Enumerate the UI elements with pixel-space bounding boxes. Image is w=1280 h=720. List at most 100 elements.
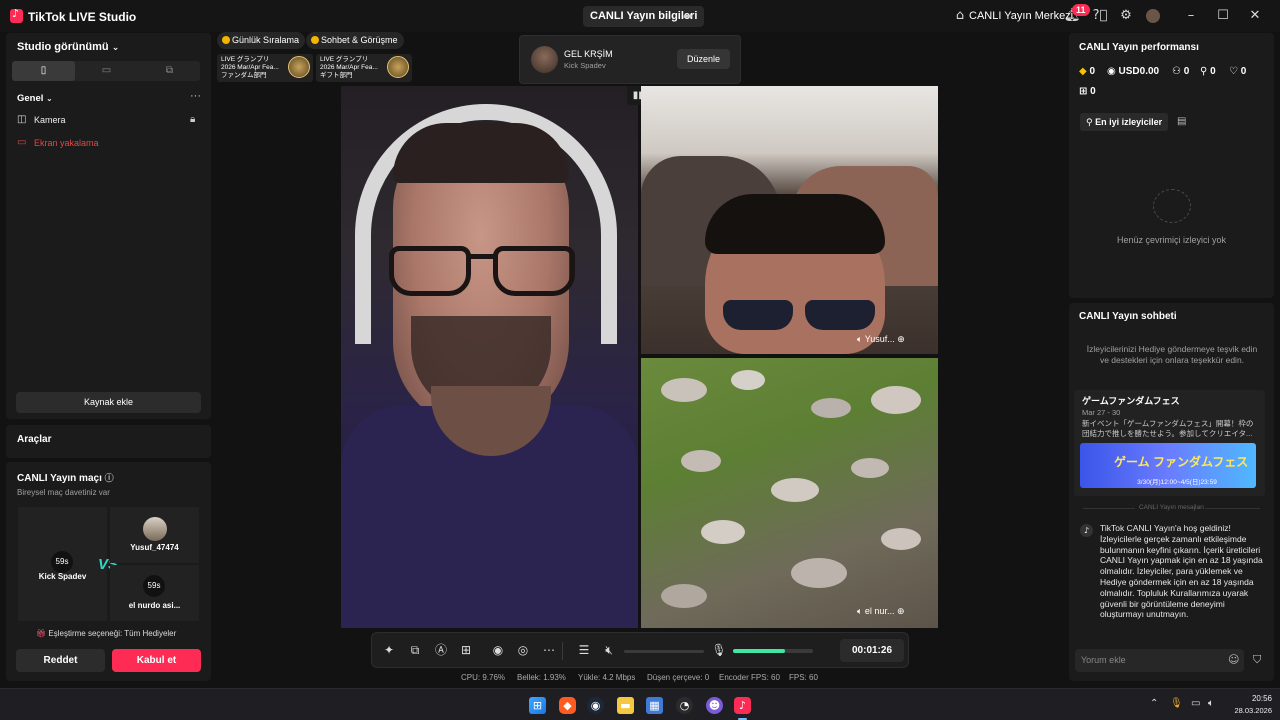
opponent-name: el nurdo asi...	[128, 601, 181, 610]
settings-sliders-icon[interactable]: ☰	[576, 642, 592, 658]
chevron-up-icon[interactable]: ⌃	[1150, 698, 1158, 709]
opponent-card[interactable]: Yusuf_47474	[110, 507, 199, 563]
general-section-title[interactable]: Genel ⌄	[17, 93, 53, 104]
host-card: 59s Kick Spadev	[18, 507, 107, 621]
list-icon[interactable]: ▤	[1177, 116, 1186, 127]
hair-shape	[705, 194, 885, 254]
display-icon[interactable]: ▭	[1191, 698, 1200, 709]
close-icon[interactable]: ✕	[1247, 6, 1263, 26]
rock-shape	[661, 378, 707, 402]
portrait-icon[interactable]: ▯	[12, 61, 75, 81]
lock-icon[interactable]: 🔒︎	[190, 114, 195, 125]
host-video[interactable]	[341, 86, 638, 628]
filter-icon[interactable]: ⛉	[1253, 653, 1261, 667]
more-options-icon[interactable]: ···	[190, 90, 201, 102]
start-icon[interactable]: ⊞	[529, 697, 546, 714]
emoji-icon[interactable]: ☺	[1228, 653, 1239, 666]
daily-ranking-chip[interactable]: Günlük Sıralama	[217, 32, 306, 49]
guest-label: 🔈︎ Yusuf... ⊕	[857, 334, 905, 345]
discord-icon[interactable]: ☻	[706, 697, 723, 714]
viewer-count: ⚇ 0	[1172, 66, 1190, 77]
home-icon[interactable]: ⌂	[953, 6, 967, 26]
layout-icon[interactable]: ⧉	[138, 61, 201, 81]
app-icon[interactable]: ◔	[676, 697, 693, 714]
top-viewers-tab[interactable]: ⚲ En iyi izleyiciler	[1080, 113, 1169, 131]
more-options-icon[interactable]: ⋯	[541, 642, 557, 658]
reject-button[interactable]: Reddet	[16, 649, 105, 672]
comment-placeholder: Yorum ekle	[1081, 655, 1126, 665]
add-media-icon[interactable]: ⊞	[458, 642, 474, 658]
divider	[562, 642, 563, 660]
avatar[interactable]	[1146, 9, 1160, 23]
ai-icon[interactable]: Ⓐ	[433, 642, 449, 658]
diamond-count: ◆ 0	[1079, 66, 1096, 77]
steam-icon[interactable]: ◉	[587, 697, 604, 714]
help-icon[interactable]: ?⃝	[1092, 6, 1108, 26]
tiktok-logo-icon	[10, 7, 23, 23]
tools-title[interactable]: Araçlar	[17, 434, 51, 445]
tiktok-logo-icon: ♪	[1080, 524, 1093, 537]
clock-date[interactable]: 28.03.2026	[1222, 706, 1272, 715]
chat-meet-chip[interactable]: Sohbet & Görüşme	[306, 32, 404, 49]
record-icon[interactable]: ◉	[490, 642, 506, 658]
rock-shape	[681, 450, 721, 472]
ranking-card[interactable]: LIVE グランプリ 2026 Mar/Apr Fea... ファンダム部門	[217, 54, 313, 82]
speaker-muted-icon[interactable]: 🔇︎	[601, 642, 617, 658]
guest-video-1[interactable]: 🔈︎ Yusuf... ⊕	[641, 86, 938, 354]
tiktok-live-icon[interactable]: ♪	[734, 697, 751, 714]
avatar	[143, 517, 167, 541]
microphone-icon[interactable]: 🎙︎	[1170, 698, 1183, 709]
clock-time[interactable]: 20:56	[1228, 694, 1272, 703]
source-label: Ekran yakalama	[34, 138, 99, 148]
source-item-screen-capture[interactable]: ▭ Ekran yakalama	[17, 136, 207, 152]
heart-icon: ♡	[1229, 66, 1238, 77]
guest-video-2[interactable]: 🔈︎ el nur... ⊕	[641, 358, 938, 628]
chat-hint: İzleyicilerinizi Hediye göndermeye teşvi…	[1086, 344, 1258, 365]
minimize-icon[interactable]: –	[1183, 6, 1199, 26]
mic-volume-slider[interactable]	[733, 649, 813, 653]
title-bar: TikTok LIVE Studio CANLI Yayın bilgileri…	[0, 0, 1280, 32]
landscape-icon[interactable]: ▭	[75, 61, 138, 81]
microphone-icon[interactable]: 🎙︎	[711, 642, 727, 658]
brave-icon[interactable]: ◆	[559, 697, 576, 714]
event-title: ゲームファンダムフェス	[1082, 396, 1180, 406]
event-banner-title: ゲーム ファンダムフェス	[1114, 455, 1249, 469]
ranking-card[interactable]: LIVE グランプリ 2026 Mar/Apr Fea... ギフト部門	[316, 54, 412, 82]
studio-view-title[interactable]: Studio görünümü ⌄	[17, 41, 119, 53]
maximize-icon[interactable]: ☐	[1215, 6, 1231, 26]
match-option: 🎁︎ Eşleştirme seçeneği: Tüm Hediyeler	[36, 629, 177, 638]
speaker-icon: 🔈︎	[857, 607, 863, 617]
comment-input[interactable]: Yorum ekle ☺	[1075, 649, 1244, 672]
event-card[interactable]: ゲームファンダムフェス Mar 27 - 30 新イベント「ゲームファンダムフェ…	[1074, 390, 1265, 496]
share-icon[interactable]: ➦	[679, 6, 697, 27]
opponent-card[interactable]: 59s el nurdo asi...	[110, 565, 199, 621]
rock-shape	[701, 520, 745, 544]
speaker-volume-slider[interactable]	[624, 650, 704, 653]
rock-shape	[851, 458, 889, 478]
glasses-bridge	[469, 254, 495, 259]
guest-label: 🔈︎ el nur... ⊕	[857, 606, 905, 617]
gift-icon: ⊞	[1079, 86, 1088, 97]
medal-icon	[387, 56, 409, 78]
host-name: Kick Spadev	[38, 572, 87, 581]
info-icon[interactable]: ⓘ	[105, 474, 114, 484]
accept-button[interactable]: Kabul et	[112, 649, 201, 672]
volume-icon[interactable]: 🔈︎	[1208, 698, 1214, 709]
live-center-link[interactable]: CANLI Yayın Merkezi	[969, 6, 1073, 26]
edit-button[interactable]: Düzenle	[677, 49, 730, 69]
add-icon[interactable]: ⊕	[897, 607, 905, 617]
empty-viewers-label: Henüz çevrimiçi izleyici yok	[1116, 235, 1227, 245]
add-icon[interactable]: ⊕	[897, 335, 905, 345]
gear-icon[interactable]: ⚙	[1118, 6, 1134, 26]
add-source-button[interactable]: Kaynak ekle	[16, 392, 201, 413]
glasses-right	[493, 246, 575, 296]
stream-toolbar: ✦ ⧉ Ⓐ ⊞ ◉ ◎ ⋯ ☰ 🔇︎ 🎙︎ 00:01:26	[371, 632, 909, 668]
photos-icon[interactable]: ▦	[646, 697, 663, 714]
folder-icon[interactable]: ▬	[617, 697, 634, 714]
effects-icon[interactable]: ⧉	[407, 642, 423, 658]
event-banner[interactable]: ゲーム ファンダムフェス 3/30(月)12:00~4/5(日)23:59	[1080, 443, 1256, 488]
replay-icon[interactable]: ◎	[515, 642, 531, 658]
magic-wand-icon[interactable]: ✦	[381, 642, 397, 658]
tools-panel: Araçlar	[6, 425, 211, 458]
source-item-camera[interactable]: ◫ Kamera 🔒︎	[17, 113, 207, 129]
